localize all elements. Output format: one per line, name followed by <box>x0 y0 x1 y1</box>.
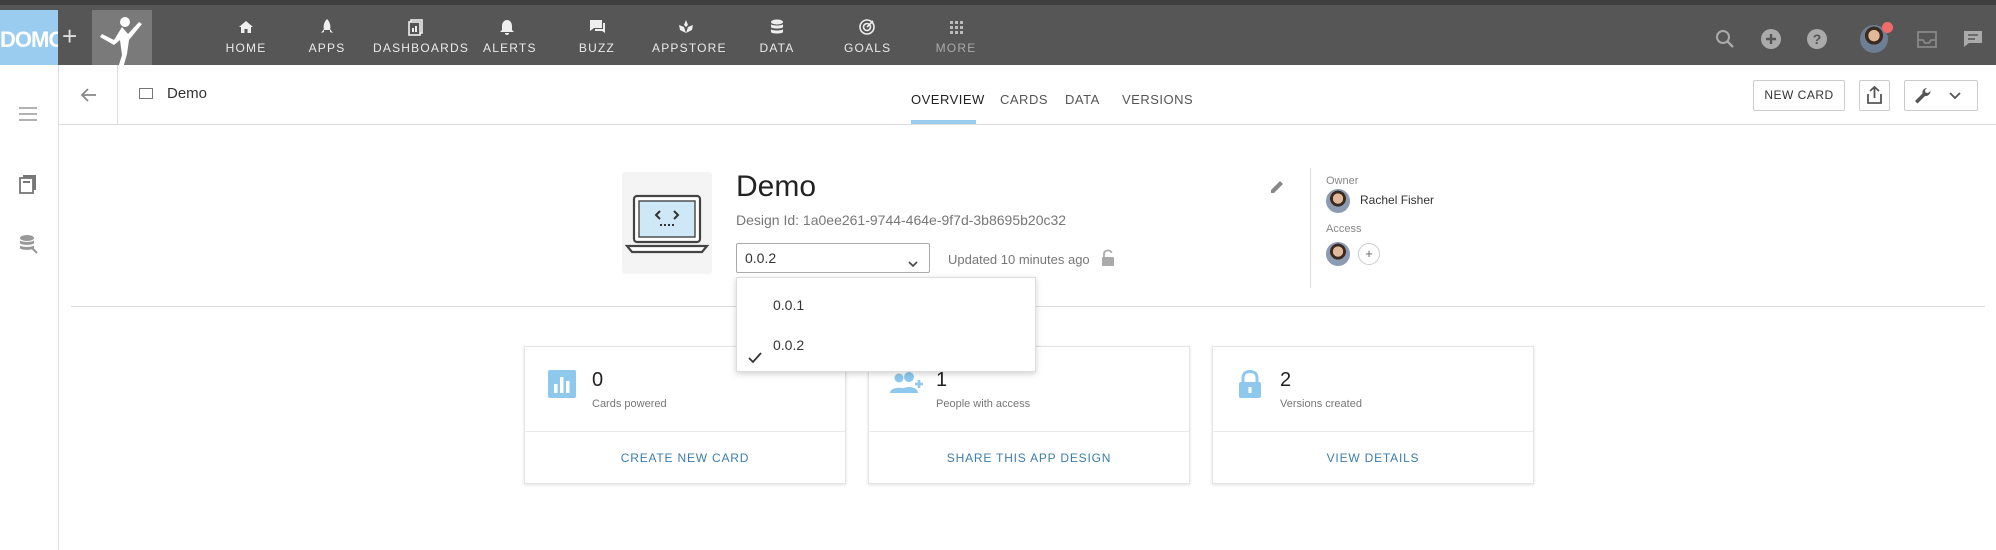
domo-logo[interactable]: DOMO <box>0 10 58 70</box>
laptop-code-icon <box>624 194 710 254</box>
vertical-divider <box>1310 168 1311 288</box>
nav-goals[interactable]: GOALS <box>844 17 890 65</box>
checkmark-icon <box>748 339 762 364</box>
card-divider <box>1213 431 1533 432</box>
left-rail <box>0 65 59 550</box>
notification-dot <box>1882 22 1893 33</box>
version-dropdown-menu: 0.0.1 0.0.2 <box>736 277 1036 372</box>
grid-icon <box>935 17 977 37</box>
nav-alerts[interactable]: ALERTS <box>483 17 535 65</box>
cards-powered-count: 0 <box>592 369 604 391</box>
create-new-card-link[interactable]: CREATE NEW CARD <box>525 451 845 465</box>
app-design-icon <box>139 88 153 99</box>
design-id: Design Id: 1a0ee261-9744-464e-9f7d-3b869… <box>736 212 1067 228</box>
version-option-selected[interactable]: 0.0.2 <box>737 325 1035 365</box>
access-label: Access <box>1326 223 1362 235</box>
settings-menu-button[interactable] <box>1904 80 1978 111</box>
nav-apps[interactable]: APPS <box>304 17 350 65</box>
back-arrow-icon[interactable] <box>77 83 101 107</box>
nav-appstore[interactable]: APPSTORE <box>652 17 726 65</box>
home-icon <box>218 17 274 37</box>
rocket-icon <box>304 17 350 37</box>
versions-count: 2 <box>1280 369 1292 391</box>
updated-timestamp: Updated 10 minutes ago <box>948 252 1090 267</box>
add-people-icon <box>887 369 925 399</box>
design-thumbnail <box>622 172 712 274</box>
nav-dashboards[interactable]: DASHBOARDS <box>373 17 468 65</box>
page-title: Demo <box>167 85 208 102</box>
hamburger-menu-icon[interactable] <box>16 102 40 126</box>
database-icon <box>758 17 796 37</box>
version-select-value: 0.0.2 <box>745 250 777 266</box>
wrench-icon <box>1915 88 1931 104</box>
chevron-down-icon <box>1949 92 1961 100</box>
version-option[interactable]: 0.0.1 <box>737 285 1035 325</box>
nav-more[interactable]: MORE <box>935 17 977 65</box>
card-divider <box>525 431 845 432</box>
inbox-icon[interactable] <box>1915 27 1939 51</box>
datasets-icon[interactable] <box>16 232 40 256</box>
sub-header: Demo OVERVIEW CARDS DATA VERSIONS NEW CA… <box>59 65 1996 125</box>
target-icon <box>844 17 890 37</box>
lock-icon <box>1235 369 1265 399</box>
help-icon[interactable]: ? <box>1805 27 1829 51</box>
new-card-button[interactable]: NEW CARD <box>1753 80 1845 111</box>
share-app-design-link[interactable]: SHARE THIS APP DESIGN <box>869 451 1189 465</box>
chevron-down-icon <box>907 251 919 268</box>
access-user-avatar[interactable] <box>1326 242 1350 266</box>
card-divider <box>869 431 1189 432</box>
chat-icon <box>577 17 617 37</box>
top-navigation-bar: DOMO + HOME APPS DASHBOARDS ALERTS BUZZ … <box>0 0 1996 70</box>
brand-karate-image[interactable] <box>92 10 152 70</box>
people-access-label: People with access <box>936 398 1031 410</box>
bar-chart-icon <box>547 369 577 399</box>
tab-versions[interactable]: VERSIONS <box>1122 92 1193 107</box>
design-name: Demo <box>736 170 817 203</box>
tab-data[interactable]: DATA <box>1065 92 1100 107</box>
view-details-link[interactable]: VIEW DETAILS <box>1213 451 1533 465</box>
owner-name[interactable]: Rachel Fisher <box>1360 193 1434 207</box>
svg-text:?: ? <box>1813 31 1822 47</box>
cards-powered-label: Cards powered <box>592 398 667 410</box>
people-access-count: 1 <box>936 369 948 391</box>
nav-home[interactable]: HOME <box>218 17 274 65</box>
dashboards-icon <box>373 17 459 37</box>
pencil-edit-icon[interactable] <box>1268 178 1286 196</box>
add-plus-icon[interactable]: + <box>62 23 77 49</box>
nav-buzz[interactable]: BUZZ <box>577 17 617 65</box>
versions-label: Versions created <box>1280 398 1362 410</box>
version-select[interactable]: 0.0.2 <box>736 243 930 273</box>
owner-label: Owner <box>1326 175 1359 187</box>
appstore-icon <box>652 17 720 37</box>
add-circle-icon[interactable] <box>1759 27 1783 51</box>
cards-stack-icon[interactable] <box>16 172 40 196</box>
tab-cards[interactable]: CARDS <box>1000 92 1048 107</box>
nav-data[interactable]: DATA <box>758 17 796 65</box>
stat-card-versions: 2 Versions created VIEW DETAILS <box>1212 346 1534 484</box>
bell-icon <box>483 17 531 37</box>
header-divider <box>117 65 118 125</box>
add-access-button[interactable]: + <box>1358 243 1380 265</box>
unlock-icon[interactable] <box>1100 249 1116 267</box>
messages-icon[interactable] <box>1961 27 1985 51</box>
tab-overview[interactable]: OVERVIEW <box>911 92 985 107</box>
active-tab-indicator <box>911 120 976 124</box>
search-icon[interactable] <box>1713 27 1737 51</box>
share-button[interactable] <box>1859 80 1890 111</box>
owner-avatar[interactable] <box>1326 189 1350 213</box>
